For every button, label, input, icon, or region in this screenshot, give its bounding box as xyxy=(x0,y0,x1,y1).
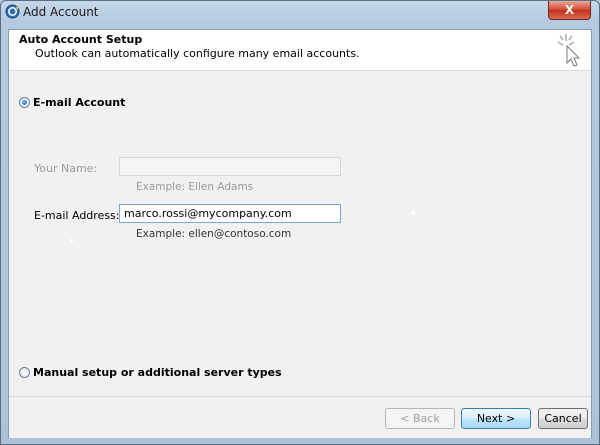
manual-setup-option[interactable]: Manual setup or additional server types xyxy=(19,366,282,379)
email-address-field[interactable] xyxy=(119,204,341,223)
add-account-window: Add Account X Auto Account Setup Outlook… xyxy=(0,0,600,445)
your-name-field[interactable] xyxy=(119,157,341,176)
manual-setup-label: Manual setup or additional server types xyxy=(33,366,282,379)
decorative-dot xyxy=(69,239,73,243)
back-button[interactable]: < Back xyxy=(385,408,455,429)
wizard-footer: < Back Next > Cancel xyxy=(9,396,591,438)
window-title: Add Account xyxy=(23,5,99,19)
close-button[interactable]: X xyxy=(548,1,591,20)
wizard-header: Auto Account Setup Outlook can automatic… xyxy=(9,30,591,71)
email-address-label: E-mail Address: xyxy=(34,209,120,222)
title-bar[interactable]: Add Account X xyxy=(1,1,599,23)
email-account-radio[interactable] xyxy=(19,97,30,108)
email-account-option[interactable]: E-mail Account xyxy=(19,96,125,109)
your-name-label: Your Name: xyxy=(34,162,98,175)
close-icon: X xyxy=(564,3,575,17)
decorative-dot xyxy=(411,211,415,215)
outlook-app-icon xyxy=(5,4,20,19)
header-subtitle: Outlook can automatically configure many… xyxy=(35,47,360,60)
dialog-client-area: Auto Account Setup Outlook can automatic… xyxy=(8,29,592,438)
manual-setup-radio[interactable] xyxy=(19,367,30,378)
email-address-example: Example: ellen@contoso.com xyxy=(136,228,292,240)
your-name-example: Example: Ellen Adams xyxy=(136,181,254,193)
email-account-label: E-mail Account xyxy=(33,96,126,109)
wizard-body: E-mail Account Your Name: Example: Ellen… xyxy=(9,71,591,396)
wizard-cursor-sparkle-icon xyxy=(557,34,581,67)
next-button[interactable]: Next > xyxy=(461,408,531,429)
cancel-button[interactable]: Cancel xyxy=(538,408,588,429)
header-title: Auto Account Setup xyxy=(19,33,143,46)
